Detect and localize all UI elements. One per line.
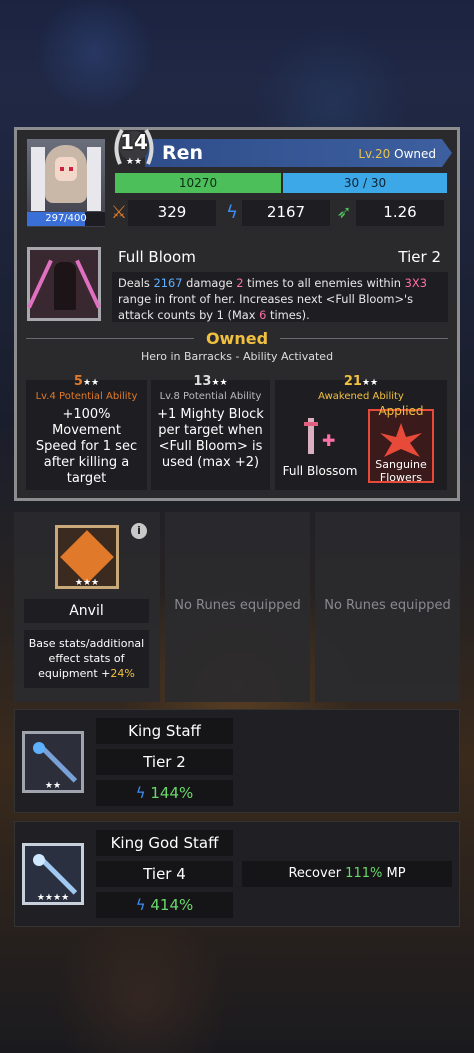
potential-text: +100% Movement Speed for 1 sec after kil…	[35, 407, 138, 486]
god-staff-icon: ★★★★	[22, 843, 84, 905]
skill-description: Deals 2167 damage 2 times to all enemies…	[112, 272, 448, 322]
anvil-rune-icon[interactable]: ★★★	[55, 525, 119, 589]
info-icon[interactable]: i	[131, 523, 147, 539]
hero-eye	[60, 167, 64, 171]
mana-bar: 30 / 30	[283, 173, 447, 193]
full-blossom-label: Full Blossom	[282, 464, 358, 478]
magic-stat: 2167	[242, 200, 330, 226]
empty-rune-text: No Runes equipped	[174, 598, 301, 613]
anvil-emblem	[60, 530, 114, 584]
hero-hp-bar: 297/400	[27, 212, 105, 226]
rank-stars: ★★	[125, 157, 143, 167]
hero-name: Ren	[162, 142, 204, 164]
attack-stat: 329	[128, 200, 216, 226]
skill-slash-left	[27, 259, 53, 309]
hero-face	[55, 157, 77, 181]
skill-icon[interactable]	[27, 247, 101, 321]
anvil-rune-description: Base stats/additional effect stats of eq…	[24, 630, 149, 688]
weapon-tier: Tier 2	[96, 749, 233, 775]
rank-number: 14	[120, 130, 148, 154]
weapon-stat: ϟ 144%	[96, 780, 233, 806]
desc-damage: 2167	[153, 276, 183, 290]
skill-tier: Tier 2	[398, 248, 441, 266]
magic-value: 2167	[266, 203, 306, 221]
hp-text: 297/400	[45, 213, 87, 224]
desc-part: damage	[182, 276, 237, 290]
staff-gem	[33, 742, 45, 754]
potential-level: 21★★	[275, 374, 447, 389]
weapon-pct: 144%	[150, 784, 194, 802]
staff-icon: ★★	[22, 731, 84, 793]
skill-slash-right	[75, 259, 101, 309]
potential-label: Awakened Ability	[318, 391, 404, 402]
potential-stars: ★★	[211, 378, 228, 388]
magic-bolt-icon: ϟ	[226, 202, 238, 223]
potential-stars: ★★	[361, 378, 379, 388]
weapon-stars: ★★★★	[36, 893, 70, 903]
empty-rune-text: No Runes equipped	[324, 598, 451, 613]
desc-times: 2	[236, 276, 244, 290]
weapon-stat: ϟ 414%	[96, 892, 233, 918]
weapon-name: King Staff	[96, 718, 233, 744]
anvil-rune-name: Anvil	[24, 599, 149, 623]
attack-value: 329	[157, 203, 187, 221]
rank-laurel-badge: 14 ★★	[110, 124, 158, 170]
applied-label: Applied	[378, 404, 424, 418]
anvil-pct: 24%	[110, 667, 135, 680]
desc-part: times).	[266, 308, 310, 322]
weapon-tier: Tier 4	[96, 861, 233, 887]
bow-icon: ➶	[336, 202, 352, 223]
potential-stars: ★★	[82, 378, 100, 388]
potential-level-num: 5	[73, 374, 83, 389]
hero-level: Lv.20	[358, 147, 391, 161]
staff-gem	[33, 854, 45, 866]
potential-level-num: 21	[343, 374, 362, 389]
potential-label: Lv.4 Potential Ability	[35, 391, 138, 402]
weapon-name: King God Staff	[96, 830, 233, 856]
wing-left	[31, 147, 45, 211]
sword-icon: ⚔	[110, 202, 128, 223]
speed-value: 1.26	[383, 203, 417, 221]
skill-figure	[54, 262, 76, 310]
recover-pct: 111%	[345, 866, 383, 881]
magic-bolt-icon: ϟ	[135, 896, 151, 914]
desc-part: times to all enemies within	[243, 276, 405, 290]
owned-section-title: Owned	[205, 329, 269, 348]
skill-name: Full Bloom	[118, 248, 196, 266]
recover-label: Recover	[288, 866, 346, 881]
magic-bolt-icon: ϟ	[135, 784, 151, 802]
desc-range: 3X3	[404, 276, 427, 290]
experience-bar: 10270	[115, 173, 281, 193]
potential-ability-1[interactable]: 5★★ Lv.4 Potential Ability +100% Movemen…	[26, 374, 147, 490]
recover-unit: MP	[382, 866, 406, 881]
full-blossom-icon[interactable]: ✚	[300, 412, 340, 460]
owned-label: Owned	[394, 147, 436, 161]
potential-ability-2[interactable]: 13★★ Lv.8 Potential Ability +1 Mighty Bl…	[151, 374, 270, 490]
svg-text:✚: ✚	[322, 431, 335, 450]
sanguine-flowers-label: Sanguine Flowers	[375, 458, 427, 484]
speed-stat: 1.26	[356, 200, 444, 226]
owned-section-subtitle: Hero in Barracks - Ability Activated	[140, 350, 334, 363]
sanguine-flowers-icon	[380, 423, 422, 457]
anvil-stars: ★★★	[74, 578, 100, 588]
hero-eye	[69, 167, 73, 171]
potential-text: +1 Mighty Block per target when <Full Bl…	[157, 407, 264, 470]
wing-right	[87, 147, 101, 211]
weapon-recover-stat: Recover 111% MP	[242, 861, 452, 887]
potential-level: 5★★	[26, 374, 147, 389]
weapon-stars: ★★	[44, 781, 62, 791]
potential-label: Lv.8 Potential Ability	[159, 391, 262, 402]
potential-level-num: 13	[193, 374, 212, 389]
weapon-pct: 414%	[150, 896, 194, 914]
desc-part: Deals	[118, 276, 154, 290]
potential-level: 13★★	[151, 374, 270, 389]
hero-level-owned: Lv.20 Owned	[358, 147, 436, 161]
